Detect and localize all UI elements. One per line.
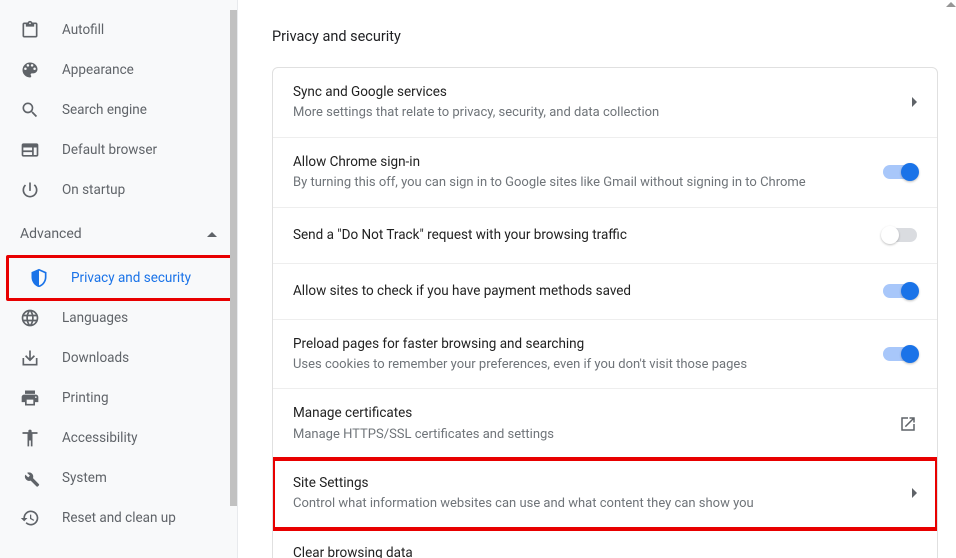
sidebar-item-label: Downloads <box>62 350 129 366</box>
row-title: Allow sites to check if you have payment… <box>293 281 867 301</box>
clipboard-icon <box>20 20 40 40</box>
sidebar-item-on-startup[interactable]: On startup <box>0 170 237 210</box>
row-clear-browsing-data[interactable]: Clear browsing data Clear history, cooki… <box>273 529 937 558</box>
toggle-do-not-track[interactable] <box>883 228 917 242</box>
sidebar-item-printing[interactable]: Printing <box>0 378 237 418</box>
sidebar-item-privacy-security[interactable]: Privacy and security <box>9 258 230 298</box>
row-title: Send a "Do Not Track" request with your … <box>293 225 867 245</box>
shield-icon <box>29 268 49 288</box>
chevron-up-icon <box>207 232 217 237</box>
wrench-icon <box>20 468 40 488</box>
sidebar-item-appearance[interactable]: Appearance <box>0 50 237 90</box>
sidebar-item-label: Privacy and security <box>71 270 191 286</box>
arrow-right-icon <box>912 488 917 498</box>
row-sub: Uses cookies to remember your preference… <box>293 355 867 375</box>
sidebar-item-autofill[interactable]: Autofill <box>0 10 237 50</box>
sidebar-item-downloads[interactable]: Downloads <box>0 338 237 378</box>
row-preload-pages[interactable]: Preload pages for faster browsing and se… <box>273 320 937 390</box>
sidebar-item-label: Languages <box>62 310 128 326</box>
sidebar-item-label: Search engine <box>62 102 147 118</box>
sidebar-item-accessibility[interactable]: Accessibility <box>0 418 237 458</box>
toggle-preload[interactable] <box>883 347 917 361</box>
printer-icon <box>20 388 40 408</box>
row-allow-chrome-signin[interactable]: Allow Chrome sign-in By turning this off… <box>273 138 937 208</box>
sidebar-item-label: On startup <box>62 182 125 198</box>
row-sync-google-services[interactable]: Sync and Google services More settings t… <box>273 68 937 138</box>
globe-icon <box>20 308 40 328</box>
power-icon <box>20 180 40 200</box>
row-title: Manage certificates <box>293 403 883 423</box>
sidebar-item-label: Autofill <box>62 22 104 38</box>
browser-icon <box>20 140 40 160</box>
row-sub: More settings that relate to privacy, se… <box>293 103 896 123</box>
row-title: Sync and Google services <box>293 82 896 102</box>
row-manage-certificates[interactable]: Manage certificates Manage HTTPS/SSL cer… <box>273 389 937 459</box>
accessibility-icon <box>20 428 40 448</box>
sidebar-item-label: Appearance <box>62 62 134 78</box>
settings-card: Sync and Google services More settings t… <box>272 67 938 558</box>
sidebar-item-label: Accessibility <box>62 430 138 446</box>
scroll-up-icon[interactable] <box>946 2 956 7</box>
sidebar-item-label: Reset and clean up <box>62 510 176 526</box>
settings-sidebar: Autofill Appearance Search engine Defaul… <box>0 0 238 558</box>
sidebar-item-label: Printing <box>62 390 109 406</box>
sidebar-item-default-browser[interactable]: Default browser <box>0 130 237 170</box>
row-title: Clear browsing data <box>293 543 896 558</box>
sidebar-item-label: Default browser <box>62 142 157 158</box>
row-site-settings[interactable]: Site Settings Control what information w… <box>273 459 937 529</box>
sidebar-advanced-toggle[interactable]: Advanced <box>0 214 237 254</box>
external-link-icon <box>899 415 917 433</box>
row-sub: By turning this off, you can sign in to … <box>293 173 867 193</box>
row-title: Preload pages for faster browsing and se… <box>293 334 867 354</box>
sidebar-item-reset-clean-up[interactable]: Reset and clean up <box>0 498 237 538</box>
row-sub: Manage HTTPS/SSL certificates and settin… <box>293 425 883 445</box>
row-sub: Control what information websites can us… <box>293 494 896 514</box>
sidebar-item-label: System <box>62 470 107 486</box>
sidebar-item-system[interactable]: System <box>0 458 237 498</box>
main-content: Privacy and security Sync and Google ser… <box>238 0 956 558</box>
sidebar-scrollbar[interactable] <box>230 10 237 506</box>
row-payment-methods-check[interactable]: Allow sites to check if you have payment… <box>273 264 937 320</box>
toggle-allow-signin[interactable] <box>883 165 917 179</box>
arrow-right-icon <box>912 97 917 107</box>
row-title: Allow Chrome sign-in <box>293 152 867 172</box>
restore-icon <box>20 508 40 528</box>
toggle-payment-check[interactable] <box>883 284 917 298</box>
sidebar-item-search-engine[interactable]: Search engine <box>0 90 237 130</box>
palette-icon <box>20 60 40 80</box>
page-title: Privacy and security <box>272 28 938 45</box>
row-do-not-track[interactable]: Send a "Do Not Track" request with your … <box>273 208 937 264</box>
sidebar-item-languages[interactable]: Languages <box>0 298 237 338</box>
search-icon <box>20 100 40 120</box>
advanced-label: Advanced <box>20 226 82 242</box>
highlight-privacy: Privacy and security <box>6 255 233 301</box>
download-icon <box>20 348 40 368</box>
row-title: Site Settings <box>293 473 896 493</box>
